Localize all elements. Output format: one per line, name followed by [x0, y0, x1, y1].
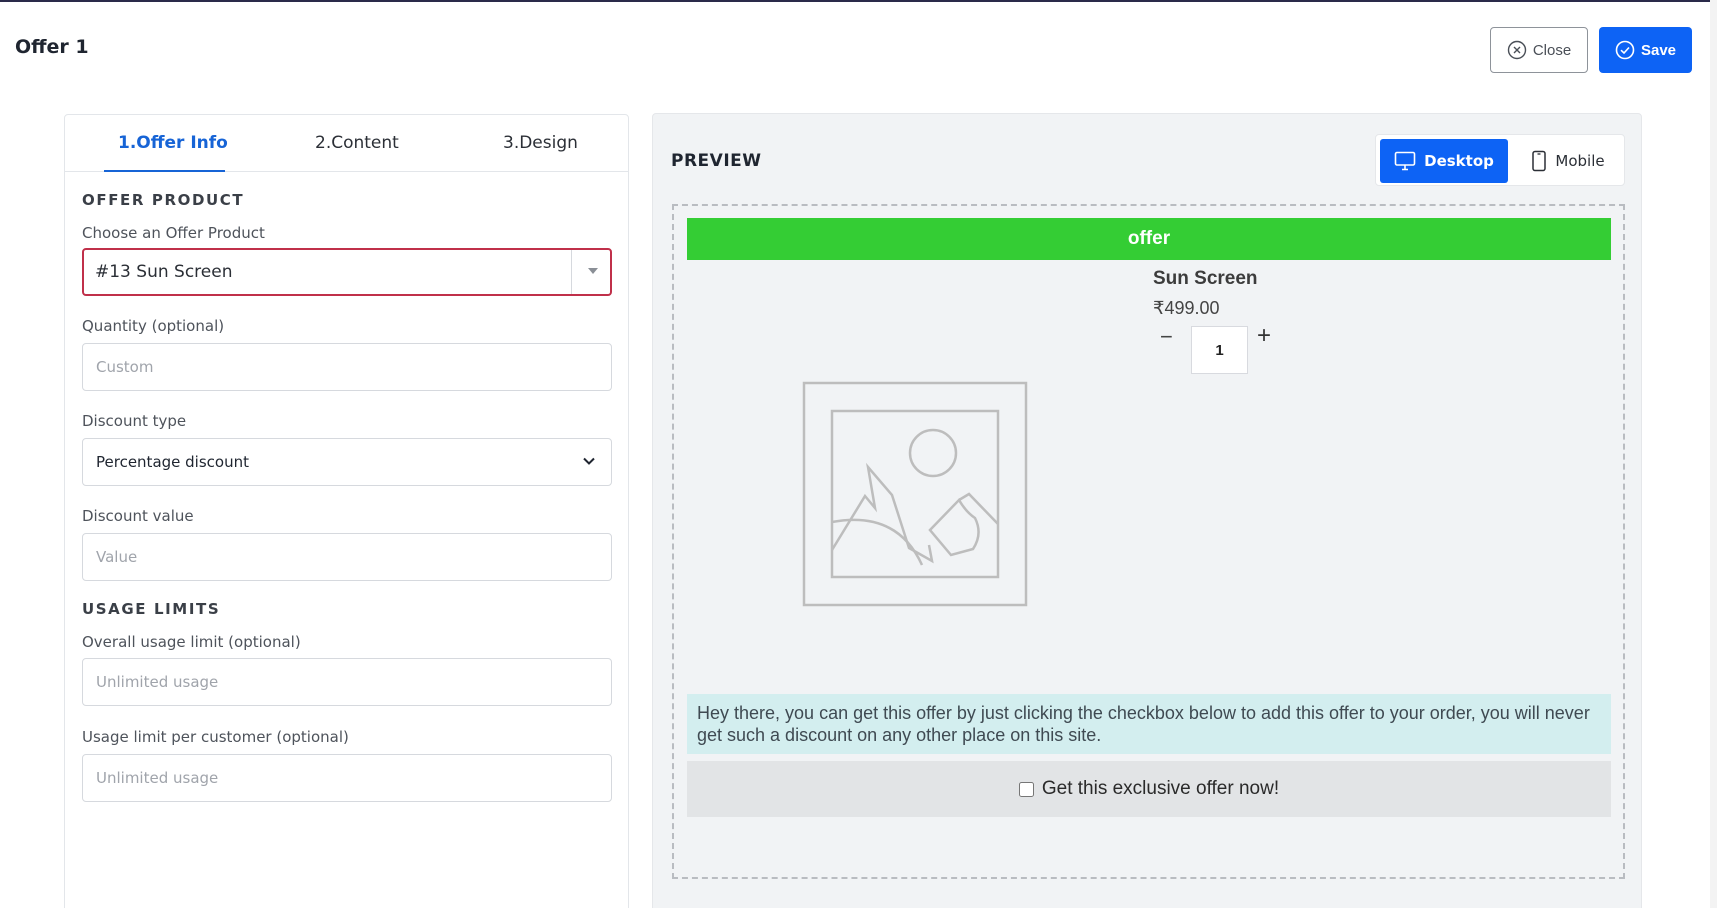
per-customer-limit-placeholder: Unlimited usage [96, 769, 219, 787]
product-image-area [687, 260, 1146, 686]
product-price: ₹499.00 [1153, 298, 1220, 318]
accept-offer-label[interactable]: Get this exclusive offer now! [1042, 778, 1279, 800]
close-button-label: Close [1532, 41, 1572, 59]
offer-product-select[interactable]: #13 Sun Screen [82, 248, 612, 296]
discount-type-select[interactable]: Percentage discount [82, 438, 612, 486]
offer-settings-panel: 1.Offer Info 2.Content 3.Design OFFER PR… [64, 114, 629, 908]
mobile-toggle-button[interactable]: Mobile [1514, 139, 1622, 183]
device-toggle: Desktop Mobile [1375, 134, 1625, 186]
overall-limit-placeholder: Unlimited usage [96, 673, 219, 691]
close-circle-icon [1507, 40, 1527, 60]
select-divider [571, 250, 572, 294]
offer-preview-frame: offer Sun Screen ₹499.00 − 1 + Hey there… [672, 204, 1625, 879]
desktop-toggle-button[interactable]: Desktop [1380, 139, 1508, 183]
offer-cta-bar: Get this exclusive offer now! [687, 761, 1611, 817]
caret-down-icon[interactable] [588, 268, 598, 274]
tab-content[interactable]: 2.Content [315, 133, 399, 153]
discount-value-input[interactable]: Value [82, 533, 612, 581]
page-scrollbar[interactable] [1710, 0, 1717, 908]
discount-value-label: Discount value [82, 507, 194, 525]
quantity-input[interactable]: Custom [82, 343, 612, 391]
quantity-label: Quantity (optional) [82, 317, 225, 335]
per-customer-limit-label: Usage limit per customer (optional) [82, 728, 349, 746]
chevron-down-icon [583, 457, 595, 465]
quantity-placeholder: Custom [96, 358, 154, 376]
check-circle-icon [1615, 40, 1635, 60]
active-tab-indicator [104, 170, 225, 172]
preview-title: PREVIEW [671, 151, 762, 171]
mobile-toggle-label: Mobile [1555, 152, 1605, 170]
product-name: Sun Screen [1153, 268, 1258, 289]
overall-limit-input[interactable]: Unlimited usage [82, 658, 612, 706]
offer-product-select-value: #13 Sun Screen [95, 262, 233, 282]
discount-type-value: Percentage discount [96, 453, 249, 471]
top-strip [0, 0, 1717, 2]
overall-limit-label: Overall usage limit (optional) [82, 633, 301, 651]
save-button[interactable]: Save [1599, 27, 1692, 73]
page-title: Offer 1 [15, 36, 89, 58]
image-placeholder-icon [802, 381, 1028, 607]
preview-panel: PREVIEW Desktop Mobile offer Sun Screen … [652, 113, 1642, 908]
tab-design[interactable]: 3.Design [503, 133, 578, 153]
close-button[interactable]: Close [1490, 27, 1588, 73]
offer-product-heading: OFFER PRODUCT [82, 191, 245, 209]
desktop-toggle-label: Desktop [1424, 152, 1494, 170]
quantity-decrease-button[interactable]: − [1160, 324, 1173, 350]
accept-offer-checkbox[interactable] [1018, 781, 1034, 797]
save-button-label: Save [1640, 41, 1677, 59]
quantity-value-field[interactable]: 1 [1191, 326, 1248, 374]
tab-offer-info[interactable]: 1.Offer Info [118, 133, 228, 153]
per-customer-limit-input[interactable]: Unlimited usage [82, 754, 612, 802]
offer-description: Hey there, you can get this offer by jus… [687, 694, 1611, 754]
offer-banner: offer [687, 218, 1611, 260]
tab-bar: 1.Offer Info 2.Content 3.Design [65, 115, 628, 172]
discount-type-label: Discount type [82, 412, 187, 430]
discount-value-placeholder: Value [96, 548, 138, 566]
choose-product-label: Choose an Offer Product [82, 224, 265, 242]
usage-limits-heading: USAGE LIMITS [82, 600, 221, 618]
monitor-icon [1394, 151, 1416, 171]
quantity-increase-button[interactable]: + [1257, 322, 1271, 350]
phone-icon [1532, 150, 1547, 172]
